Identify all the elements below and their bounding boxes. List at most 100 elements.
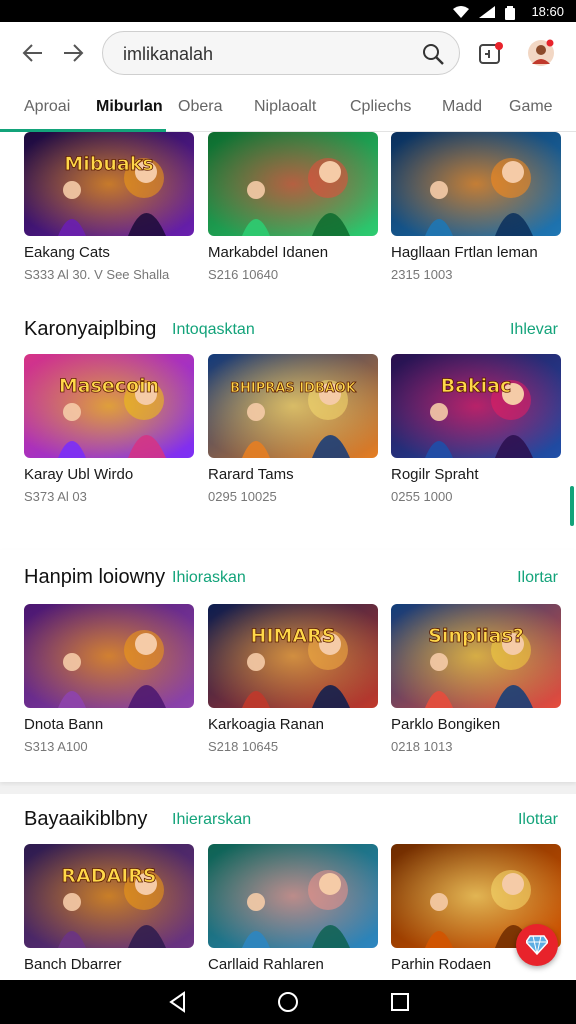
- game-tile[interactable]: Masecoin Karay Ubl Wirdo S373 Al 03: [24, 354, 194, 504]
- battery-icon: [505, 5, 521, 20]
- game-thumbnail[interactable]: Bakiac: [391, 354, 561, 458]
- game-name: Eakang Cats: [24, 244, 110, 261]
- game-tile[interactable]: HIMARS Karkoagia Ranan S218 10645: [208, 604, 378, 754]
- game-meta: 0255 1000: [391, 489, 453, 504]
- game-thumbnail[interactable]: Masecoin: [24, 354, 194, 458]
- game-tile[interactable]: Mibuaks Eakang Cats S333 Al 30. V See Sh…: [24, 132, 194, 282]
- game-meta: S216 10640: [208, 267, 279, 282]
- category-tabs: Aproai Miburlan Obera Niplaoalt Cpliechs…: [0, 84, 576, 132]
- notifications-button[interactable]: [476, 38, 506, 68]
- game-thumbnail[interactable]: HIMARS: [208, 604, 378, 708]
- game-thumbnail[interactable]: [208, 844, 378, 948]
- section-header: Bayaaikiblbny Ihierarskan Ilottar: [24, 808, 558, 834]
- status-time: 18:60: [531, 4, 564, 19]
- game-artwork: [24, 604, 194, 708]
- circle-home-icon: [278, 992, 298, 1012]
- game-tile[interactable]: Sinpiias? Parklo Bongiken 0218 1013: [391, 604, 561, 754]
- game-tile[interactable]: Dnota Bann S313 A100: [24, 604, 194, 754]
- game-artwork: Bakiac: [391, 354, 561, 458]
- back-button[interactable]: [16, 36, 50, 70]
- section-card: Hanpim loiowny Ihioraskan Ilortar Dnota …: [0, 550, 576, 782]
- app-bar: imlikanalah: [0, 22, 576, 84]
- search-icon[interactable]: [421, 42, 445, 66]
- section-card: Karonyaiplbing Intoqasktan Ihlevar Masec…: [0, 296, 576, 550]
- game-name: Parklo Bongiken: [391, 716, 501, 733]
- game-artwork: [391, 132, 561, 236]
- game-artwork: BHIPRAS IDBAOK: [208, 354, 378, 458]
- status-bar: 18:60: [0, 0, 576, 22]
- game-tile[interactable]: Carllaid Rahlaren: [208, 844, 378, 973]
- game-meta: S218 10645: [208, 739, 279, 754]
- game-name: Dnota Bann: [24, 716, 104, 733]
- floating-gem-button[interactable]: [516, 924, 558, 966]
- inbox-icon: [479, 42, 503, 64]
- game-artwork: [208, 844, 378, 948]
- section-card: Bayaaikiblbny Ihierarskan Ilottar RADAIR…: [0, 794, 576, 980]
- back-nav-button[interactable]: [166, 990, 190, 1014]
- game-tile[interactable]: Bakiac Rogilr Spraht 0255 1000: [391, 354, 561, 504]
- game-meta: S313 A100: [24, 739, 88, 754]
- game-artwork: Masecoin: [24, 354, 194, 458]
- tab-cpliechs[interactable]: Cpliechs: [350, 98, 411, 116]
- section-more-link[interactable]: Ilortar: [517, 569, 558, 587]
- system-nav-bar: [0, 980, 576, 1024]
- home-nav-button[interactable]: [276, 990, 300, 1014]
- game-thumbnail[interactable]: [391, 132, 561, 236]
- forward-button[interactable]: [56, 36, 90, 70]
- search-bar[interactable]: imlikanalah: [102, 31, 460, 75]
- game-name: Karkoagia Ranan: [208, 716, 324, 733]
- triangle-back-icon: [169, 991, 185, 1013]
- tab-obera[interactable]: Obera: [178, 98, 222, 116]
- avatar[interactable]: [526, 38, 556, 68]
- diamond-icon: [526, 935, 548, 955]
- game-meta: 2315 1003: [391, 267, 453, 282]
- game-name: Rogilr Spraht: [391, 466, 479, 483]
- scrollbar[interactable]: [570, 486, 574, 526]
- section-subtitle[interactable]: Ihioraskan: [172, 569, 246, 587]
- game-name: Banch Dbarrer: [24, 956, 122, 973]
- game-tile[interactable]: BHIPRAS IDBAOK Rarard Tams 0295 10025: [208, 354, 378, 504]
- tab-game[interactable]: Game: [509, 98, 553, 116]
- tab-aproai[interactable]: Aproai: [24, 98, 70, 116]
- game-artwork: [208, 132, 378, 236]
- wifi-icon: [453, 5, 470, 18]
- game-tile[interactable]: Hagllaan Frtlan leman 2315 1003: [391, 132, 561, 282]
- section-subtitle[interactable]: Intoqasktan: [172, 321, 255, 339]
- section-header: Karonyaiplbing Intoqasktan Ihlevar: [24, 318, 558, 344]
- section-title: Bayaaikiblbny: [24, 808, 148, 830]
- arrow-right-icon: [64, 44, 84, 62]
- game-thumbnail[interactable]: [24, 604, 194, 708]
- section-subtitle[interactable]: Ihierarskan: [172, 811, 251, 829]
- game-thumbnail[interactable]: Sinpiias?: [391, 604, 561, 708]
- game-thumbnail[interactable]: [208, 132, 378, 236]
- game-logo-text: Sinpiias?: [428, 625, 524, 647]
- game-thumbnail[interactable]: RADAIRS: [24, 844, 194, 948]
- game-meta: 0295 10025: [208, 489, 277, 504]
- tab-miburlan[interactable]: Miburlan: [96, 98, 163, 116]
- game-name: Karay Ubl Wirdo: [24, 466, 134, 483]
- section-more-link[interactable]: Ilottar: [518, 811, 558, 829]
- tab-madd[interactable]: Madd: [442, 98, 482, 116]
- game-feed: Mibuaks Eakang Cats S333 Al 30. V See Sh…: [0, 132, 576, 980]
- game-thumbnail[interactable]: BHIPRAS IDBAOK: [208, 354, 378, 458]
- game-artwork: RADAIRS: [24, 844, 194, 948]
- search-input[interactable]: imlikanalah: [123, 44, 213, 65]
- game-meta: S333 Al 30. V See Shalla: [24, 267, 170, 282]
- game-meta: 0218 1013: [391, 739, 453, 754]
- game-thumbnail[interactable]: Mibuaks: [24, 132, 194, 236]
- recents-nav-button[interactable]: [388, 990, 412, 1014]
- game-name: Markabdel Idanen: [208, 244, 329, 261]
- square-recents-icon: [391, 993, 409, 1011]
- game-logo-text: RADAIRS: [61, 865, 156, 887]
- section-title: Karonyaiplbing: [24, 318, 157, 340]
- game-name: Rarard Tams: [208, 466, 294, 483]
- game-logo-text: Masecoin: [59, 375, 159, 397]
- section-header: Hanpim loiowny Ihioraskan Ilortar: [24, 566, 558, 592]
- game-tile[interactable]: Markabdel Idanen S216 10640: [208, 132, 378, 282]
- game-logo-text: Mibuaks: [64, 153, 153, 175]
- section-more-link[interactable]: Ihlevar: [510, 321, 558, 339]
- tab-niplaoalt[interactable]: Niplaoalt: [254, 98, 316, 116]
- game-artwork: Mibuaks: [24, 132, 194, 236]
- game-tile[interactable]: RADAIRS Banch Dbarrer: [24, 844, 194, 973]
- game-artwork: Sinpiias?: [391, 604, 561, 708]
